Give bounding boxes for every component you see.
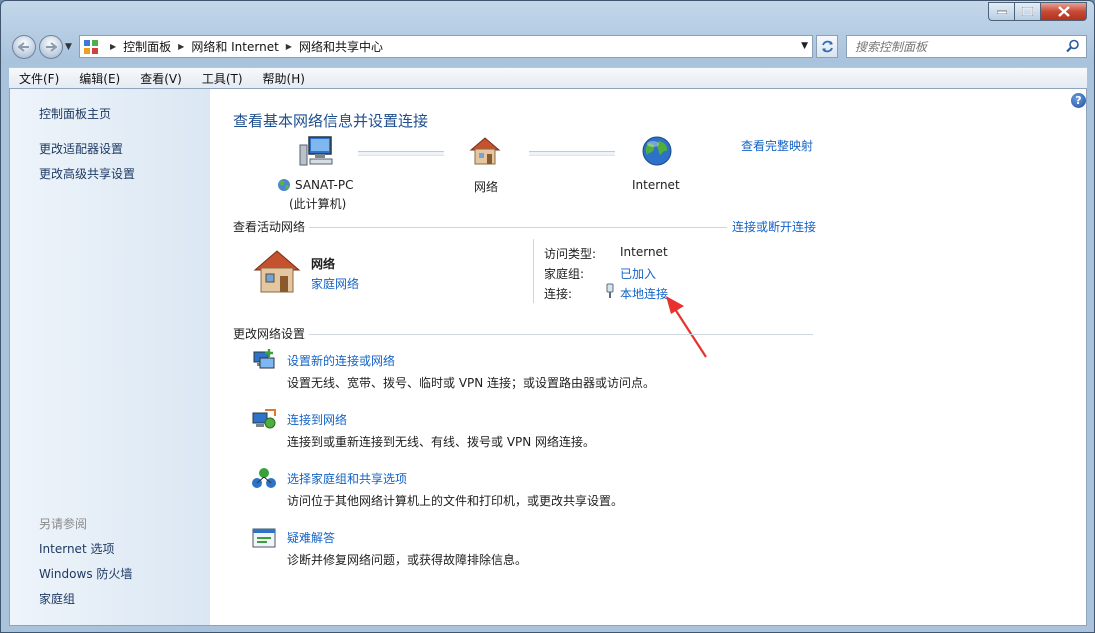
task-setup-connection-desc: 设置无线、宽带、拨号、临时或 VPN 连接；或设置路由器或访问点。 <box>287 376 656 390</box>
explorer-window: ▼ ▶ 控制面板 ▶ 网络和 Internet ▶ 网络和共享中心 ▼ 文件(F… <box>0 0 1095 633</box>
computer-subtitle: (此计算机) <box>289 197 347 211</box>
breadcrumb-control-panel[interactable]: 控制面板 <box>123 38 171 55</box>
sidebar-item-change-adapter-settings[interactable]: 更改适配器设置 <box>39 140 123 157</box>
maximize-icon <box>1022 7 1033 16</box>
sidebar-item-homegroup[interactable]: 家庭组 <box>39 590 75 607</box>
house-icon[interactable] <box>468 135 502 167</box>
menu-edit[interactable]: 编辑(E) <box>69 70 130 87</box>
annotation-arrow <box>666 296 707 358</box>
vertical-divider <box>533 239 534 303</box>
breadcrumb-network-sharing-center[interactable]: 网络和共享中心 <box>299 38 383 55</box>
connect-disconnect-link[interactable]: 连接或断开连接 <box>729 218 817 235</box>
page-title: 查看基本网络信息并设置连接 <box>233 112 429 130</box>
task-setup-connection-link[interactable]: 设置新的连接或网络 <box>287 352 395 369</box>
task-connect-network-link[interactable]: 连接到网络 <box>287 411 347 428</box>
search-box[interactable] <box>846 35 1087 58</box>
map-connector <box>529 151 615 156</box>
address-bar[interactable]: ▶ 控制面板 ▶ 网络和 Internet ▶ 网络和共享中心 ▼ <box>79 35 813 58</box>
network-type-link[interactable]: 家庭网络 <box>311 275 359 292</box>
map-connector <box>358 151 444 156</box>
close-icon <box>1057 6 1070 17</box>
menu-view[interactable]: 查看(V) <box>130 70 192 87</box>
active-network-name: 网络 <box>311 257 336 271</box>
task-homegroup-sharing-link[interactable]: 选择家庭组和共享选项 <box>287 470 407 487</box>
access-type-value: Internet <box>620 245 668 259</box>
navigation-bar: ▼ ▶ 控制面板 ▶ 网络和 Internet ▶ 网络和共享中心 ▼ <box>1 31 1094 63</box>
task-connect-network-desc: 连接到或重新连接到无线、有线、拨号或 VPN 网络连接。 <box>287 435 596 449</box>
forward-arrow-icon <box>46 42 57 52</box>
refresh-icon <box>821 40 833 53</box>
close-button[interactable] <box>1041 2 1087 21</box>
home-network-icon <box>253 250 301 293</box>
back-button[interactable] <box>12 35 36 59</box>
task-troubleshoot-link[interactable]: 疑难解答 <box>287 529 335 546</box>
recent-pages-dropdown[interactable]: ▼ <box>65 42 72 52</box>
menu-bar: 文件(F) 编辑(E) 查看(V) 工具(T) 帮助(H) <box>9 67 1087 89</box>
sidebar-item-advanced-sharing[interactable]: 更改高级共享设置 <box>39 165 135 182</box>
access-type-label: 访问类型: <box>544 247 597 261</box>
minimize-button[interactable] <box>988 2 1015 21</box>
full-map-link[interactable]: 查看完整映射 <box>741 137 813 154</box>
internet-label: Internet <box>632 178 680 192</box>
task-homegroup-sharing-desc: 访问位于其他网络计算机上的文件和打印机，或更改共享设置。 <box>287 494 624 508</box>
minimize-icon <box>996 10 1007 14</box>
ethernet-plug-icon <box>606 283 614 298</box>
caption-buttons <box>988 2 1087 21</box>
breadcrumb-network-internet[interactable]: 网络和 Internet <box>191 38 278 55</box>
computer-name: SANAT-PC <box>295 178 354 192</box>
new-connection-icon <box>253 349 275 369</box>
section-divider <box>233 334 813 335</box>
search-icon[interactable] <box>1066 39 1080 53</box>
troubleshoot-icon <box>252 528 276 548</box>
main-panel: ? 查看基本网络信息并设置连接 查看完整映射 SANAT-PC (此计算机) 网… <box>210 89 1088 625</box>
back-arrow-icon <box>18 42 29 52</box>
search-input[interactable] <box>853 36 1057 58</box>
breadcrumb-chevron-icon[interactable]: ▶ <box>178 42 184 51</box>
computer-network-icon <box>278 179 290 191</box>
refresh-button[interactable] <box>816 35 838 58</box>
maximize-button[interactable] <box>1015 2 1041 21</box>
homegroup-joined-link[interactable]: 已加入 <box>620 265 656 282</box>
connection-label: 连接: <box>544 287 573 301</box>
homegroup-label: 家庭组: <box>544 267 585 281</box>
menu-help[interactable]: 帮助(H) <box>253 70 315 87</box>
sidebar: 控制面板主页 更改适配器设置 更改高级共享设置 另请参阅 Internet 选项… <box>10 89 210 625</box>
menu-tools[interactable]: 工具(T) <box>192 70 253 87</box>
sidebar-item-windows-firewall[interactable]: Windows 防火墙 <box>39 565 132 582</box>
globe-icon[interactable] <box>641 135 673 167</box>
homegroup-icon <box>252 468 276 488</box>
connect-network-icon <box>252 409 276 429</box>
content-area: 控制面板主页 更改适配器设置 更改高级共享设置 另请参阅 Internet 选项… <box>9 88 1087 626</box>
menu-file[interactable]: 文件(F) <box>9 70 69 87</box>
computer-icon[interactable] <box>298 135 334 169</box>
network-label: 网络 <box>474 180 499 194</box>
forward-button[interactable] <box>39 35 63 59</box>
control-panel-icon <box>84 39 98 54</box>
change-settings-header: 更改网络设置 <box>233 325 310 342</box>
task-troubleshoot-desc: 诊断并修复网络问题，或获得故障排除信息。 <box>287 553 528 567</box>
help-icon[interactable]: ? <box>1071 93 1086 108</box>
see-also-label: 另请参阅 <box>39 517 88 531</box>
breadcrumb-chevron-icon[interactable]: ▶ <box>286 42 292 51</box>
sidebar-item-control-panel-home[interactable]: 控制面板主页 <box>39 105 111 122</box>
address-dropdown-icon[interactable]: ▼ <box>801 41 808 51</box>
active-networks-header: 查看活动网络 <box>233 218 310 235</box>
sidebar-item-internet-options[interactable]: Internet 选项 <box>39 540 114 557</box>
breadcrumb-chevron-icon[interactable]: ▶ <box>110 42 116 51</box>
